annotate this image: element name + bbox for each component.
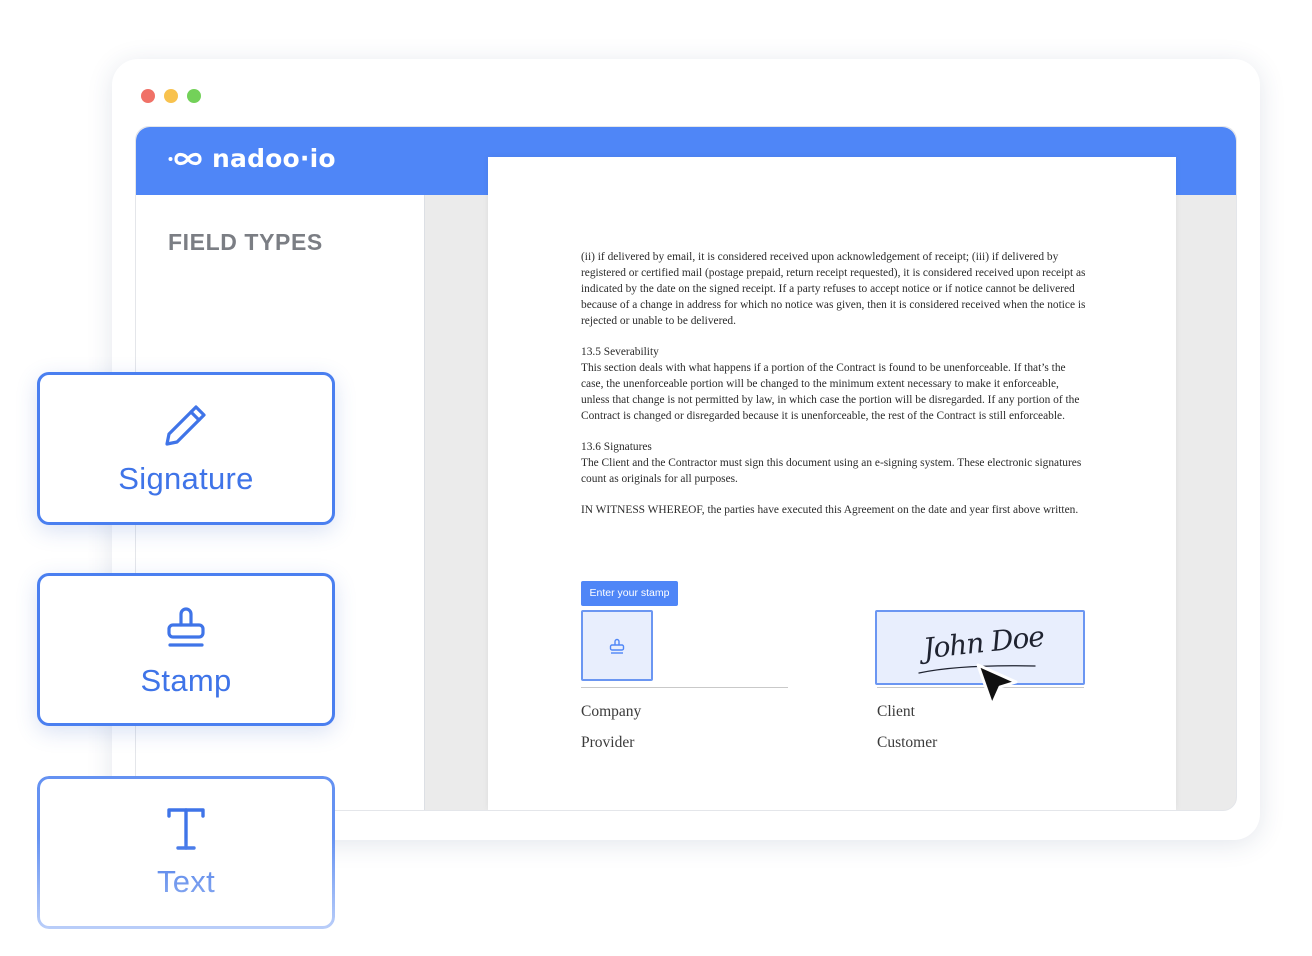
window-minimize-button[interactable] <box>164 89 178 103</box>
field-type-stamp[interactable]: Stamp <box>37 573 335 726</box>
company-label: Company <box>581 703 642 720</box>
customer-label: Customer <box>877 734 938 751</box>
stamp-icon <box>609 638 625 654</box>
pencil-icon <box>165 404 206 446</box>
enter-stamp-button[interactable]: Enter your stamp <box>581 581 678 606</box>
field-type-label: Stamp <box>140 662 232 698</box>
section-heading-severability: 13.5 Severability <box>581 346 659 358</box>
window-maximize-button[interactable] <box>187 89 201 103</box>
field-type-signature[interactable]: Signature <box>37 372 335 525</box>
window-controls <box>141 89 201 103</box>
document-paragraph: The Client and the Contractor must sign … <box>581 457 1082 485</box>
window-close-button[interactable] <box>141 89 155 103</box>
brand-logo[interactable]: nadoo·io <box>168 144 336 173</box>
signature-text: John Doe <box>921 619 1046 666</box>
document-paragraph: This section deals with what happens if … <box>581 362 1080 422</box>
document-page: (ii) if delivered by email, it is consid… <box>488 157 1176 810</box>
field-type-text[interactable]: Text <box>37 776 335 929</box>
infinity-logo-icon <box>168 152 202 165</box>
company-signature-line <box>581 687 788 688</box>
document-body: (ii) if delivered by email, it is consid… <box>581 249 1089 518</box>
stamp-icon <box>167 606 205 647</box>
client-label: Client <box>877 703 915 720</box>
sidebar-title: FIELD TYPES <box>168 229 323 255</box>
section-heading-signatures: 13.6 Signatures <box>581 441 652 453</box>
field-type-label: Text <box>156 863 216 899</box>
brand-name: nadoo·io <box>212 144 336 173</box>
text-icon <box>167 807 205 850</box>
stamp-field[interactable] <box>581 610 653 681</box>
mouse-pointer-icon <box>976 663 1018 707</box>
field-type-label: Signature <box>118 460 254 496</box>
document-paragraph: (ii) if delivered by email, it is consid… <box>581 251 1086 327</box>
document-paragraph: IN WITNESS WHEREOF, the parties have exe… <box>581 504 1079 516</box>
provider-label: Provider <box>581 734 635 751</box>
